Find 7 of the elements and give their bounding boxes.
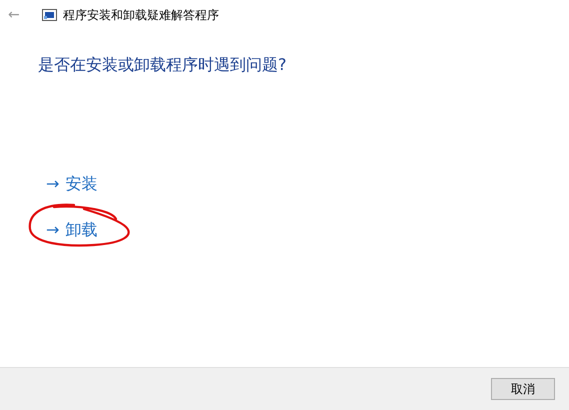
option-link[interactable]: → 卸载 <box>46 218 98 242</box>
window-icon <box>42 9 57 21</box>
back-button[interactable]: ← <box>8 7 32 23</box>
option-link[interactable]: → 安装 <box>46 172 98 196</box>
window-title: 程序安装和卸载疑难解答程序 <box>63 6 219 24</box>
question-heading: 是否在安装或卸载程序时遇到问题? <box>38 55 288 76</box>
cancel-button[interactable]: 取消 <box>491 378 555 400</box>
